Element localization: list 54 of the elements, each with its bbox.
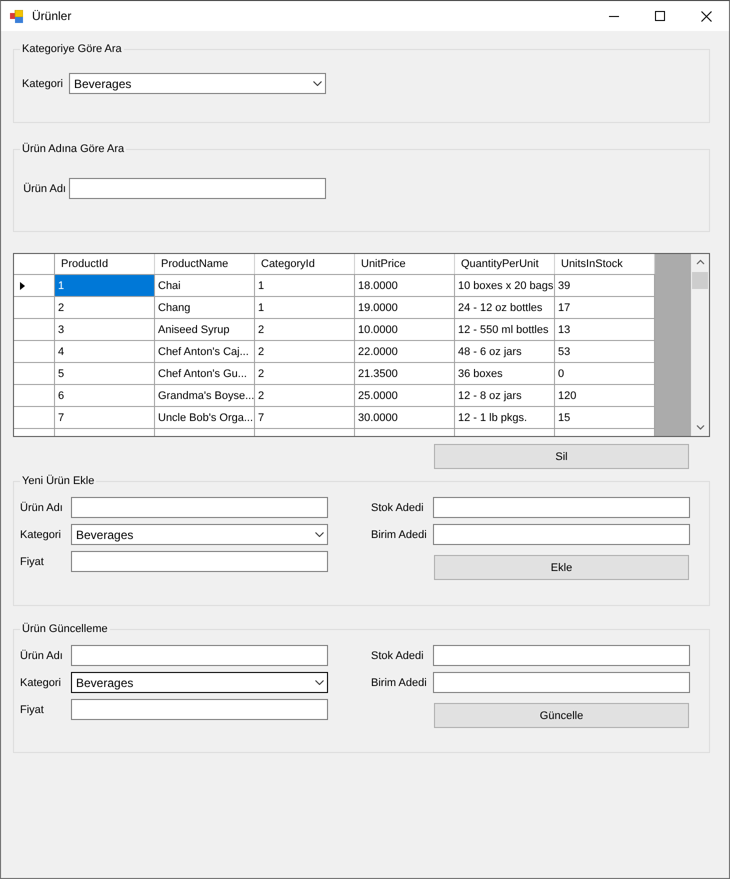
group-title: Yeni Ürün Ekle <box>21 474 96 489</box>
scroll-down-icon[interactable] <box>696 424 704 431</box>
table-cell: 1 <box>55 275 155 296</box>
scroll-up-icon[interactable] <box>696 259 704 266</box>
chevron-down-icon <box>313 81 322 86</box>
field-label: Kategori <box>19 676 62 688</box>
table-cell: 4 <box>55 341 155 362</box>
scrollbar[interactable] <box>691 254 709 436</box>
delete-button[interactable]: Sil <box>434 444 689 469</box>
action-button[interactable]: Güncelle <box>434 703 689 728</box>
app-icon <box>10 10 23 22</box>
field-label: Ürün Adı <box>19 650 64 662</box>
chevron-down-icon <box>315 680 324 685</box>
field-label: Birim Adedi <box>371 676 428 688</box>
table-cell: 30.0000 <box>355 407 455 428</box>
dropdown[interactable]: Beverages <box>71 524 328 545</box>
maximize-icon <box>655 11 665 21</box>
text-field[interactable] <box>71 551 328 572</box>
table-cell: 36 boxes <box>455 363 555 384</box>
text-field[interactable] <box>71 497 328 518</box>
text-field[interactable] <box>433 672 690 693</box>
table-cell: 48 - 6 oz jars <box>455 341 555 362</box>
table-cell: 5 <box>55 363 155 384</box>
window-title: Ürünler <box>32 8 72 24</box>
table-cell: Aniseed Syrup <box>155 319 255 340</box>
field-label: Fiyat <box>19 704 45 716</box>
close-icon <box>700 10 712 22</box>
group-title: Kategoriye Göre Ara <box>21 42 123 57</box>
field-label: Stok Adedi <box>371 650 425 662</box>
text-field[interactable] <box>71 645 328 666</box>
field-label: Stok Adedi <box>371 502 425 514</box>
text-field[interactable] <box>433 645 690 666</box>
row-pointer-icon <box>20 282 25 290</box>
table-cell: 39 <box>555 275 655 296</box>
chevron-down-icon <box>315 532 324 537</box>
text-field[interactable] <box>69 178 326 199</box>
field-label: Fiyat <box>19 556 45 568</box>
action-button[interactable]: Ekle <box>434 555 689 580</box>
field-label: Ürün Adı <box>19 502 64 514</box>
table-cell: 3 <box>55 319 155 340</box>
field-label: Birim Adedi <box>371 528 428 540</box>
text-field[interactable] <box>433 524 690 545</box>
field-label: Kategori <box>21 78 64 90</box>
group-title: Ürün Güncelleme <box>21 622 109 637</box>
scrollbar-thumb[interactable] <box>692 272 708 289</box>
group-title: Ürün Adına Göre Ara <box>21 142 126 157</box>
dropdown[interactable]: Beverages <box>71 672 328 693</box>
dropdown[interactable]: Beverages <box>69 73 326 94</box>
text-field[interactable] <box>433 497 690 518</box>
field-label: Kategori <box>19 528 62 540</box>
field-label: Ürün Adı <box>22 182 67 194</box>
text-field[interactable] <box>71 699 328 720</box>
table-cell: 53 <box>555 341 655 362</box>
table-cell: 0 <box>555 363 655 384</box>
